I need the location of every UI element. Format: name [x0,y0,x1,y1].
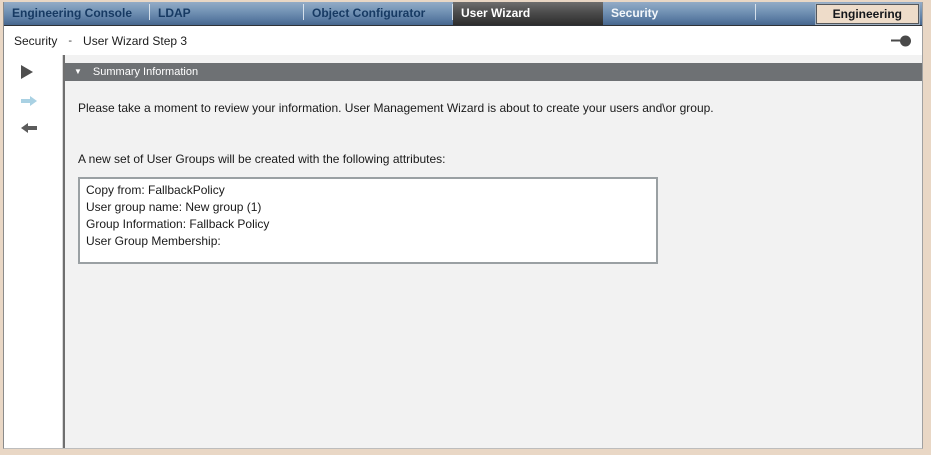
content-area: ▼ Summary Information Please take a mome… [4,55,922,448]
wizard-nav-sidebar [4,55,63,448]
panel-body: Please take a moment to review your info… [65,101,922,264]
summary-line: User group name: New group (1) [86,199,650,216]
summary-line: Group Information: Fallback Policy [86,216,650,233]
tab-object-configurator[interactable]: Object Configurator [304,2,452,25]
engineering-mode-button[interactable]: Engineering [816,4,919,24]
tab-security[interactable]: Security [603,2,755,25]
collapse-caret-icon: ▼ [74,68,82,76]
tab-separator [755,4,756,20]
window-frame: Engineering Console LDAP Object Configur… [0,0,931,455]
summary-box: Copy from: FallbackPolicy User group nam… [78,177,658,264]
tab-ldap[interactable]: LDAP [150,2,303,25]
breadcrumb-section[interactable]: Security [14,34,57,48]
pin-dot [900,35,911,46]
pin-icon[interactable] [891,35,911,46]
tab-separator [452,4,453,20]
breadcrumb: Security - User Wizard Step 3 [4,26,922,55]
app-window: Engineering Console LDAP Object Configur… [3,2,923,449]
tab-separator [149,4,150,20]
panel-title: Summary Information [93,66,198,78]
play-icon[interactable] [21,65,33,79]
tab-user-wizard[interactable]: User Wizard [453,2,603,25]
back-arrow-icon[interactable] [21,123,37,133]
pin-line [891,40,900,42]
tab-engineering-console[interactable]: Engineering Console [4,2,149,25]
tab-bar: Engineering Console LDAP Object Configur… [4,2,922,26]
summary-section-header[interactable]: ▼ Summary Information [65,63,922,81]
breadcrumb-separator: - [68,35,72,47]
summary-panel: ▼ Summary Information Please take a mome… [63,55,922,448]
forward-arrow-icon[interactable] [21,96,37,106]
breadcrumb-page: User Wizard Step 3 [83,34,187,48]
summary-line: Copy from: FallbackPolicy [86,182,650,199]
intro-text: Please take a moment to review your info… [78,101,918,115]
summary-line: User Group Membership: [86,233,650,250]
tab-separator [303,4,304,20]
attributes-heading: A new set of User Groups will be created… [78,152,922,166]
